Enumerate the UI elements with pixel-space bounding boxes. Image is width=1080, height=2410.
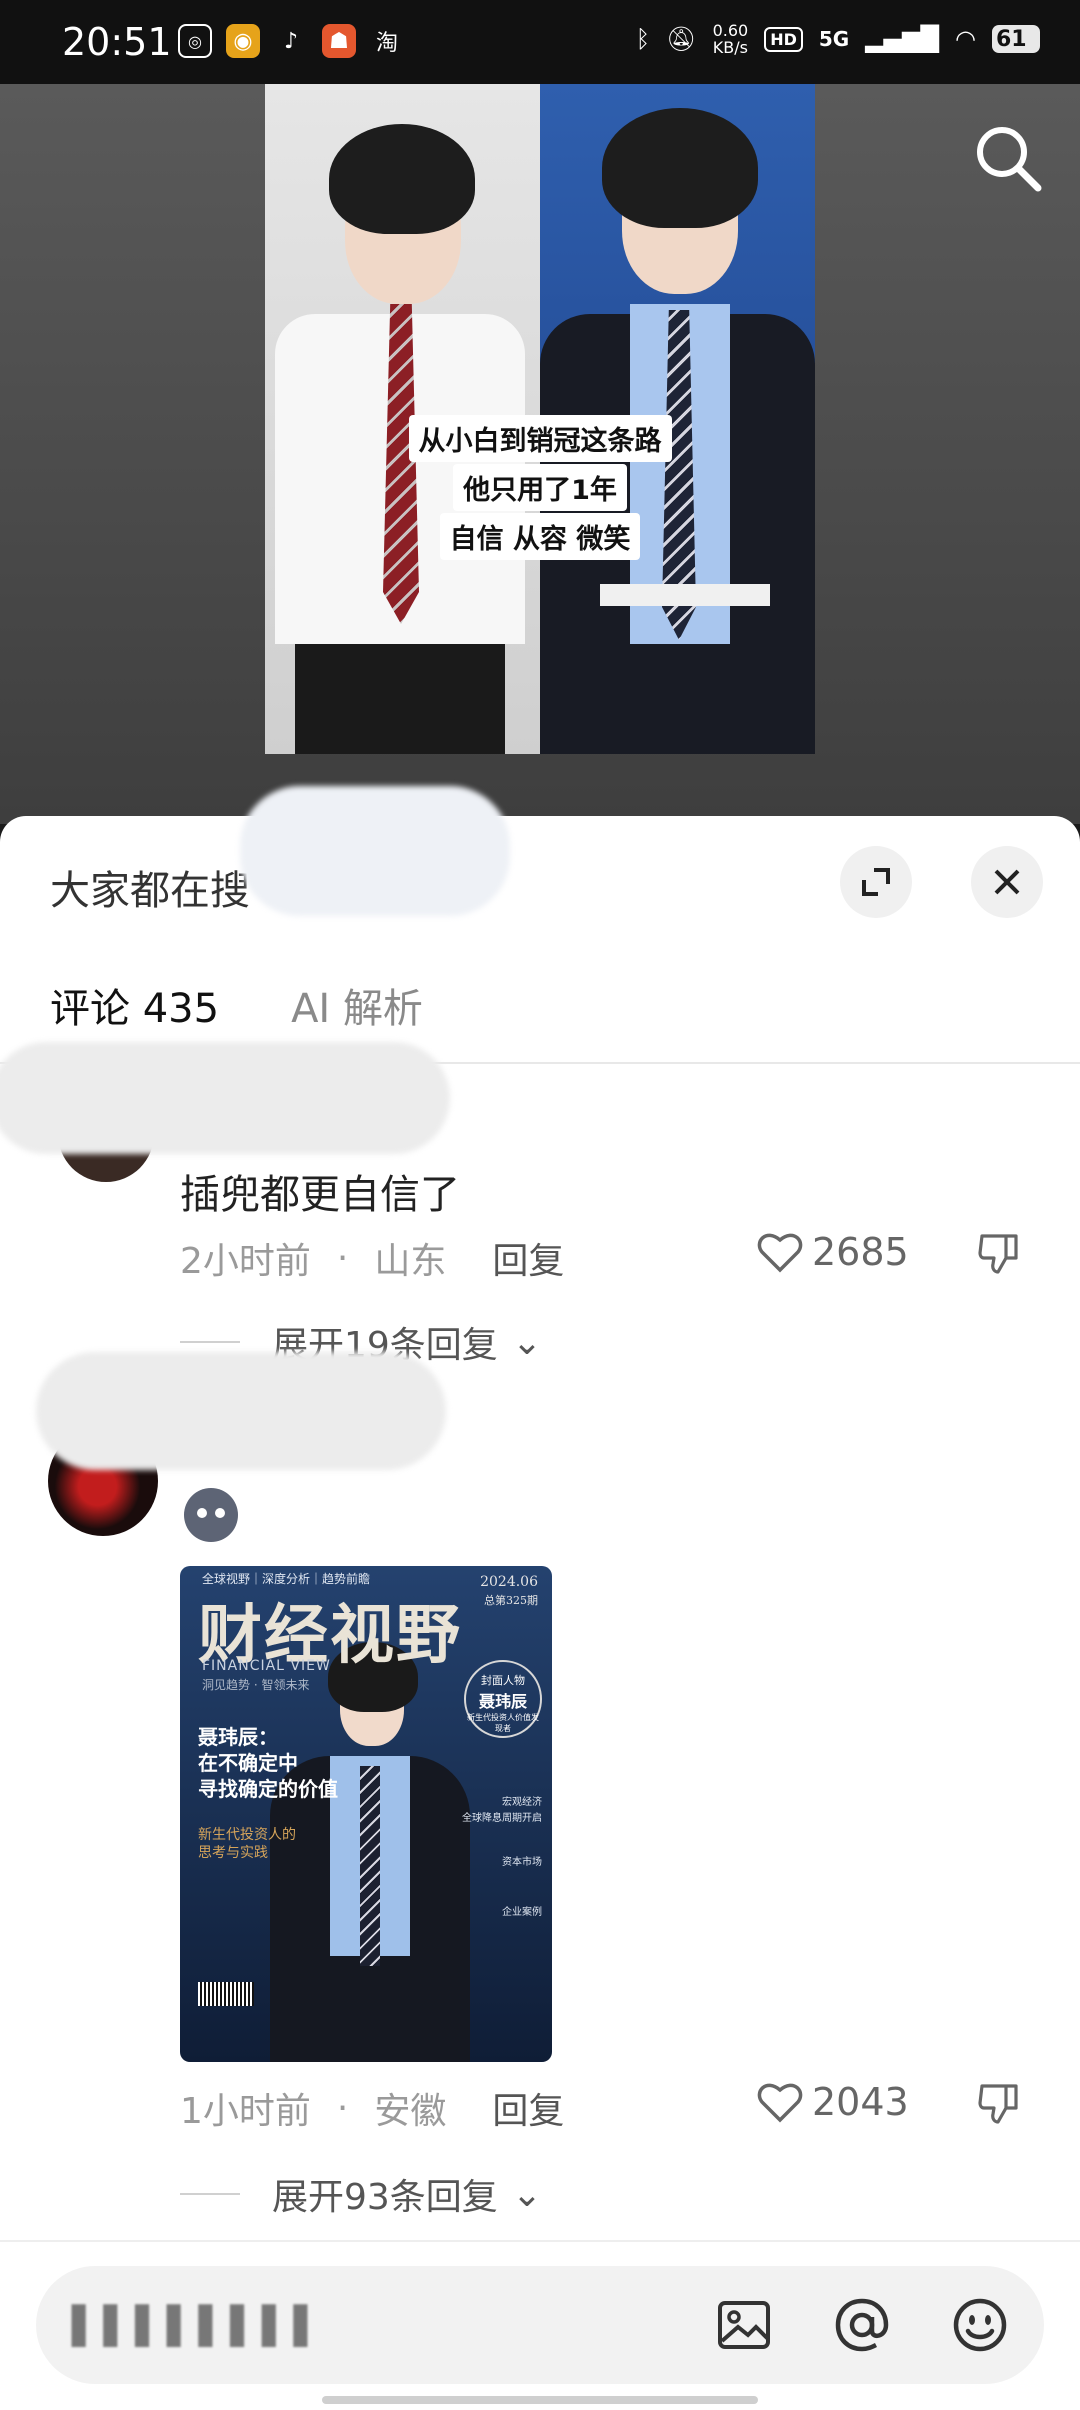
- expand-button[interactable]: [840, 846, 912, 918]
- cover-tie: [360, 1766, 380, 1966]
- mention-icon[interactable]: [832, 2295, 892, 2355]
- chevron-down-icon: ⌄: [511, 2173, 542, 2215]
- net-speed-unit: KB/s: [712, 38, 748, 57]
- wifi-icon: ◠: [955, 25, 976, 53]
- search-icon[interactable]: [968, 118, 1048, 198]
- reply-button[interactable]: 回复: [492, 2082, 564, 2134]
- expand-rule: [180, 1341, 240, 1343]
- dislike-icon[interactable]: [976, 2080, 1022, 2126]
- battery-icon: 61: [992, 25, 1040, 53]
- mute-icon: 🔕︎: [666, 25, 697, 53]
- like-count: 2685: [812, 1230, 909, 1274]
- desc-line: 思考与实践: [198, 1845, 268, 1861]
- emoji-sticker-icon: [184, 1488, 238, 1542]
- comment-meta: 2小时前 · 山东 回复: [180, 1232, 564, 1284]
- badge-top: 封面人物: [481, 1674, 525, 1687]
- notification-icons: ◎ ◉ ♪ ☗ 淘: [178, 24, 404, 58]
- cover-side-note: 资本市场: [502, 1857, 542, 1868]
- comment-image[interactable]: 全球视野｜深度分析｜趋势前瞻 2024.06 总第325期 财经视野 FINAN…: [180, 1566, 552, 2062]
- heart-icon: [757, 1233, 803, 1273]
- blurred-username: [0, 1042, 450, 1154]
- chevron-down-icon: ⌄: [511, 1321, 542, 1363]
- video-frame[interactable]: 从小白到销冠这条路 他只用了1年 自信 从容 微笑: [265, 84, 815, 754]
- reply-button[interactable]: 回复: [492, 1232, 564, 1284]
- sheet-title[interactable]: 大家都在搜: [50, 858, 250, 916]
- net-speed-value: 0.60: [712, 21, 749, 40]
- badge-sub: 新生代投资人价值发现者: [467, 1713, 539, 1733]
- cover-headline: 聂玮辰： 在不确定中 寻找确定的价值: [198, 1724, 338, 1802]
- cover-issue: 总第325期: [484, 1594, 538, 1607]
- pants-left: [295, 644, 505, 754]
- input-placeholder-blurred: ▌▌▌▌▌▌▌▌: [72, 2306, 326, 2347]
- headline-line: 寻找确定的价值: [198, 1777, 338, 1801]
- xiaohongshu-icon: ☗: [322, 24, 356, 58]
- heart-icon: [757, 2083, 803, 2123]
- status-time: 20:51: [62, 20, 172, 64]
- like-button[interactable]: 2685: [756, 1230, 909, 1274]
- video-caption: 从小白到销冠这条路 他只用了1年 自信 从容 微笑: [265, 414, 815, 561]
- signal-icon: ▂▄▆█: [865, 25, 940, 53]
- tab-ai-analysis[interactable]: AI 解析: [291, 976, 423, 1034]
- cover-desc: 新生代投资人的 思考与实践: [198, 1826, 296, 1862]
- status-bar: 20:51 ◎ ◉ ♪ ☗ 淘 ᛒ 🔕︎ 0.60 KB/s HD 5G ▂▄▆…: [0, 0, 1080, 84]
- badge-name: 聂玮辰: [478, 1692, 527, 1711]
- cover-date: 2024.06: [480, 1574, 538, 1590]
- weixin-icon: ◎: [178, 24, 212, 58]
- caption-line-3: 自信 从容 微笑: [439, 513, 641, 560]
- expand-replies[interactable]: 展开93条回复 ⌄: [180, 2168, 542, 2220]
- hair-right: [602, 108, 758, 228]
- headline-line: 聂玮辰：: [198, 1725, 278, 1749]
- status-right: ᛒ 🔕︎ 0.60 KB/s HD 5G ▂▄▆█ ◠ 61: [636, 22, 1040, 56]
- dislike-icon[interactable]: [976, 1230, 1022, 1276]
- expand-replies-label: 展开93条回复: [272, 2177, 498, 2218]
- hair-left: [329, 124, 475, 234]
- caption-line-1: 从小白到销冠这条路: [408, 415, 672, 462]
- meta-dot: ·: [336, 2087, 349, 2129]
- close-button[interactable]: [971, 846, 1043, 918]
- emoji-icon[interactable]: [950, 2295, 1010, 2355]
- tab-comments[interactable]: 评论 435: [50, 976, 219, 1034]
- taobao-icon: 淘: [375, 31, 398, 56]
- tiktok-icon: ♪: [283, 28, 299, 54]
- comment-location: 山东: [374, 1241, 447, 1282]
- cover-badge: 封面人物 聂玮辰 新生代投资人价值发现者: [464, 1660, 542, 1738]
- cover-side-note: 宏观经济: [502, 1797, 542, 1808]
- meta-dot: ·: [336, 1237, 349, 1279]
- belt: [600, 584, 770, 606]
- cover-barcode: [198, 1982, 254, 2006]
- like-count: 2043: [812, 2080, 909, 2124]
- headline-line: 在不确定中: [198, 1751, 298, 1775]
- comment-text: 插兜都更自信了: [180, 1172, 460, 1218]
- sheet-tabs: 评论 435 AI 解析: [50, 976, 423, 1034]
- close-icon: [994, 869, 1020, 895]
- comment-input[interactable]: ▌▌▌▌▌▌▌▌: [36, 2266, 1044, 2384]
- weibo-icon: ◉: [226, 24, 260, 58]
- hd-badge: HD: [764, 26, 803, 52]
- desc-line: 新生代投资人的: [198, 1827, 296, 1843]
- like-button[interactable]: 2043: [756, 2080, 909, 2124]
- blurred-search-term: [240, 786, 510, 916]
- video-preview[interactable]: 从小白到销冠这条路 他只用了1年 自信 从容 微笑: [0, 84, 1080, 824]
- caption-line-2: 他只用了1年: [453, 464, 627, 511]
- expand-icon: [862, 868, 890, 896]
- cover-side-note: 全球降息周期开启: [462, 1813, 542, 1824]
- blurred-username: [36, 1352, 446, 1470]
- comment-time: 1小时前: [180, 2091, 311, 2132]
- bluetooth-icon: ᛒ: [635, 25, 651, 53]
- comment-sheet: 大家都在搜 评论 435 AI 解析 插兜都更自信了 2小时前 · 山东 回复 …: [0, 786, 1080, 2408]
- cover-title-en: FINANCIAL VIEW: [202, 1658, 331, 1674]
- image-icon[interactable]: [714, 2295, 774, 2355]
- comment-location: 安徽: [374, 2091, 447, 2132]
- comment-time: 2小时前: [180, 1241, 311, 1282]
- network-type: 5G: [818, 27, 850, 51]
- home-indicator[interactable]: [322, 2396, 758, 2404]
- cover-subtitle: 洞见趋势 · 智领未来: [202, 1678, 310, 1692]
- comment-input-bar: ▌▌▌▌▌▌▌▌: [0, 2240, 1080, 2410]
- cover-side-note: 企业案例: [502, 1907, 542, 1918]
- comment-meta: 1小时前 · 安徽 回复: [180, 2082, 564, 2134]
- expand-rule: [180, 2193, 240, 2195]
- net-speed: 0.60 KB/s: [713, 22, 749, 56]
